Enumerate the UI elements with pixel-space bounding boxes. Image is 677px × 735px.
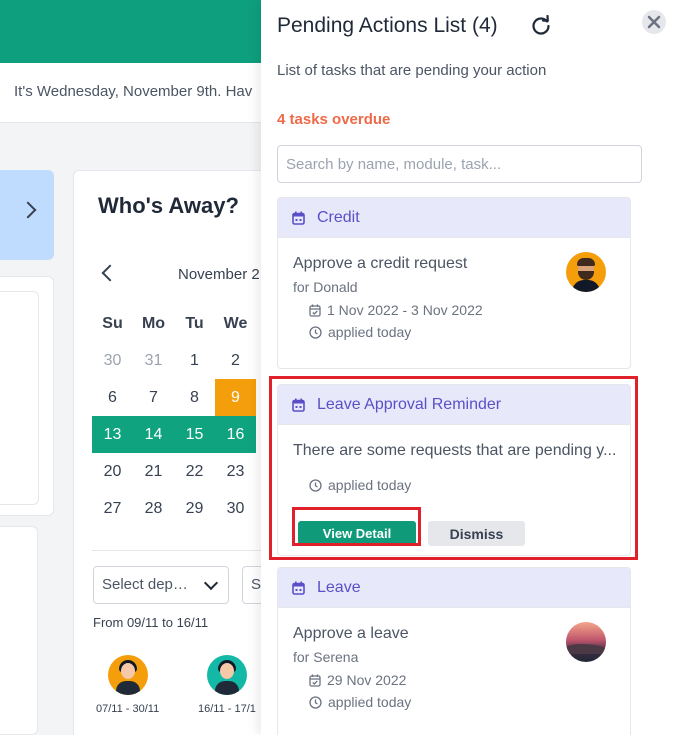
secondary-select-value: S [251,576,262,593]
whos-away-title: Who's Away? [98,193,239,218]
task-module: Leave Approval Reminder [317,396,502,413]
calendar-month-label: November 2 [178,266,260,283]
info-card[interactable] [0,170,54,260]
drawer-description: List of tasks that are pending your acti… [277,62,547,79]
calendar-day[interactable]: 29 [174,490,215,527]
calendar-week-row: 20 21 22 23 [92,453,256,490]
calendar-day[interactable]: 23 [215,453,256,490]
calendar-day-away[interactable]: 16 [215,416,256,453]
clock-icon [309,695,322,709]
chevron-right-icon[interactable] [19,201,37,219]
calendar-check-icon [309,304,321,317]
department-select[interactable]: Select dep… [93,566,229,604]
calendar-day[interactable]: 8 [174,379,215,416]
calendar-day[interactable]: 21 [133,453,174,490]
overdue-count: 4 tasks overdue [277,111,391,128]
weekday-label: We [223,314,248,332]
clock-icon [309,478,322,492]
task-card-header: Leave Approval Reminder [278,385,630,425]
away-person[interactable]: 07/11 - 30/11 [96,655,159,715]
avatar [107,655,148,695]
task-card-leave[interactable]: Leave Approve a leave for Serena 29 Nov … [277,567,631,735]
task-applied: applied today [309,694,411,710]
dismiss-button[interactable]: Dismiss [428,521,525,546]
calendar-day[interactable]: 22 [174,453,215,490]
weekday-label: Tu [185,314,204,332]
weekday-label: Su [102,314,123,332]
task-card-header: Credit [278,198,630,238]
close-icon[interactable] [642,10,666,34]
divider [92,550,274,551]
away-person-dates: 16/11 - 17/1 [198,703,256,715]
away-person-dates: 07/11 - 30/11 [96,703,160,715]
left-panel-card [0,276,54,516]
calendar-day[interactable]: 27 [92,490,133,527]
task-requester: for Donald [293,279,358,295]
task-description: There are some requests that are pending… [293,442,617,459]
calendar-day-away[interactable]: 14 [133,416,174,453]
calendar-icon [292,398,305,412]
calendar-week-row: 6 7 8 9 [92,379,256,416]
task-dates-text: 1 Nov 2022 - 3 Nov 2022 [327,302,483,318]
task-applied-text: applied today [328,477,412,493]
clock-icon [309,325,322,339]
calendar-day[interactable]: 1 [174,342,215,379]
task-description: Approve a credit request [293,255,468,272]
calendar-icon [292,581,305,595]
task-applied: applied today [309,477,411,493]
task-applied: applied today [309,324,411,340]
calendar-day-away[interactable]: 15 [174,416,215,453]
refresh-icon[interactable] [530,14,552,37]
calendar-day[interactable]: 2 [215,342,256,379]
task-card-leave-reminder[interactable]: Leave Approval Reminder There are some r… [277,384,631,556]
department-select-value: Select dep… [102,576,188,593]
calendar-day[interactable]: 7 [133,379,174,416]
calendar-weekday-row: Su Mo Tu We [92,305,256,342]
pending-actions-drawer: Pending Actions List (4) List of tasks t… [261,0,677,735]
task-requester: for Serena [293,649,359,665]
task-card-header: Leave [278,568,630,608]
calendar-day[interactable]: 6 [92,379,133,416]
task-applied-text: applied today [328,324,412,340]
task-module: Leave [317,579,361,596]
task-module: Credit [317,209,360,226]
calendar-day-today[interactable]: 9 [215,379,256,416]
view-detail-button[interactable]: View Detail [298,521,416,546]
calendar-day[interactable]: 31 [133,342,174,379]
greeting-text: It's Wednesday, November 9th. Hav [14,83,253,100]
calendar-day[interactable]: 28 [133,490,174,527]
avatar [566,622,606,662]
calendar-check-icon [309,674,321,687]
calendar-icon [292,211,305,225]
task-description: Approve a leave [293,625,409,642]
chevron-down-icon [203,575,219,591]
away-person[interactable]: 16/11 - 17/1 [198,655,256,715]
calendar-week-row: 13 14 15 16 [92,416,256,453]
calendar-day[interactable]: 20 [92,453,133,490]
left-panel-card-lower [0,526,38,735]
task-dates: 1 Nov 2022 - 3 Nov 2022 [309,302,483,318]
whos-away-card: Who's Away? November 2 Su Mo Tu We 30 31… [73,170,282,735]
avatar [566,252,606,292]
avatar [206,655,247,695]
previous-month-icon[interactable] [101,264,119,282]
calendar-day-away[interactable]: 13 [92,416,133,453]
calendar-week-row: 27 28 29 30 [92,490,256,527]
calendar-grid: Su Mo Tu We 30 31 1 2 6 7 8 9 13 14 15 1… [92,305,256,527]
weekday-label: Mo [141,314,166,332]
drawer-title: Pending Actions List (4) [277,14,498,37]
task-card-credit[interactable]: Credit Approve a credit request for Dona… [277,197,631,369]
calendar-day[interactable]: 30 [92,342,133,379]
task-dates: 29 Nov 2022 [309,672,406,688]
calendar-day[interactable]: 30 [215,490,256,527]
task-applied-text: applied today [328,694,412,710]
task-dates-text: 29 Nov 2022 [327,672,407,688]
away-date-range: From 09/11 to 16/11 [93,615,209,630]
calendar-week-row: 30 31 1 2 [92,342,256,379]
task-search-input[interactable] [277,145,642,183]
